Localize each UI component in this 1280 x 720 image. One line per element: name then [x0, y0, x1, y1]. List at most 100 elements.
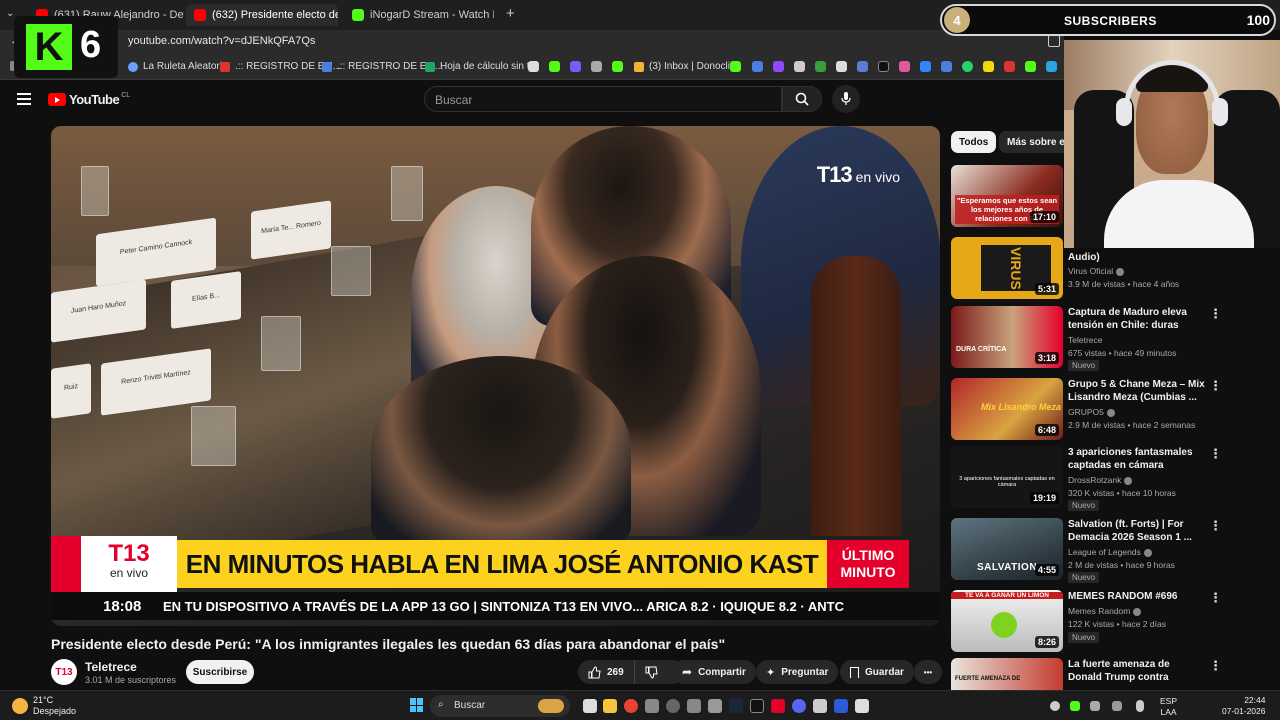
video-thumbnail[interactable]: DURA CRÍTICA 3:18	[951, 306, 1063, 368]
recommendation-item[interactable]: SALVATION 4:55 Salvation (ft. Forts) | F…	[951, 518, 1251, 583]
bookmark-icon-1[interactable]	[528, 61, 539, 72]
bookmark-icon-6[interactable]	[752, 61, 763, 72]
bookmark-kick-icon[interactable]	[612, 61, 623, 72]
bookmark-telegram-icon[interactable]	[1046, 61, 1057, 72]
search-input[interactable]: Buscar	[424, 86, 782, 112]
video-thumbnail[interactable]: "Esperamos que estos sean los mejores añ…	[951, 165, 1063, 227]
taskbar-app-icon[interactable]	[855, 699, 869, 713]
bookmark-ruleta[interactable]: La Ruleta Aleatoria	[128, 61, 228, 72]
system-clock[interactable]: 22:44 07-01-2026	[1222, 695, 1265, 717]
recommendation-channel[interactable]: League of Legends	[1068, 547, 1152, 557]
task-view-icon[interactable]	[583, 699, 597, 713]
recommendation-item[interactable]: 3 apariciones fantasmales captadas en cá…	[951, 446, 1251, 511]
taskbar-app-icon[interactable]	[813, 699, 827, 713]
bookmark-messenger-icon[interactable]	[920, 61, 931, 72]
recommendation-title[interactable]: MEMES RANDOM #696	[1068, 590, 1206, 603]
taskbar-app-icon[interactable]	[771, 699, 785, 713]
tray-app-icon[interactable]	[1112, 701, 1122, 711]
bookmark-icon-8[interactable]	[815, 61, 826, 72]
video-player[interactable]: Peter Camino Cannock Juan Haro Muñoz Rui…	[51, 126, 940, 626]
bookmark-icon-13[interactable]	[941, 61, 952, 72]
language-indicator[interactable]: ESP LAA	[1160, 696, 1177, 718]
taskbar-app-icon[interactable]	[645, 699, 659, 713]
steam-icon[interactable]	[729, 699, 743, 713]
bookmark-twitch-icon[interactable]	[773, 61, 784, 72]
recommendation-channel[interactable]: Memes Random	[1068, 606, 1142, 616]
tray-app-icon[interactable]	[1090, 701, 1100, 711]
bookmark-whatsapp-icon[interactable]	[962, 61, 973, 72]
chip-all[interactable]: Todos	[951, 131, 997, 153]
discord-icon[interactable]	[792, 699, 806, 713]
bookmark-icon-15[interactable]	[1004, 61, 1015, 72]
video-thumbnail[interactable]: Mix Lisandro Meza 6:48	[951, 378, 1063, 440]
recommendation-item[interactable]: FUERTE AMENAZA DE La fuerte amenaza de D…	[951, 658, 1251, 690]
channel-avatar[interactable]: T13	[51, 659, 77, 685]
voice-search-button[interactable]	[832, 85, 860, 113]
chrome-icon[interactable]	[624, 699, 638, 713]
new-tab-button[interactable]: +	[506, 5, 515, 22]
recommendation-title[interactable]: 3 apariciones fantasmales captadas en cá…	[1068, 446, 1206, 472]
more-options-icon[interactable]: ⋮	[1209, 446, 1222, 462]
tab-list-chevron-icon[interactable]: ⌄	[6, 8, 14, 19]
bookmark-icon-9[interactable]	[836, 61, 847, 72]
more-options-icon[interactable]: ⋮	[1209, 306, 1222, 322]
more-actions-button[interactable]: •••	[914, 660, 942, 684]
recommendation-title[interactable]: Salvation (ft. Forts) | For Demacia 2026…	[1068, 518, 1206, 544]
recommendation-channel[interactable]: DrossRotzank	[1068, 475, 1133, 485]
browser-tab-3[interactable]: iNogarD Stream - Watch Live o ✕	[344, 4, 494, 26]
recommendation-item[interactable]: Mix Lisandro Meza 6:48 Grupo 5 & Chane M…	[951, 378, 1251, 442]
like-button[interactable]: 269	[578, 660, 635, 684]
tray-app-icon[interactable]	[1050, 701, 1060, 711]
ask-button[interactable]: ✦ Preguntar	[756, 660, 839, 684]
share-button[interactable]: ➦ Compartir	[672, 660, 756, 684]
bookmark-icon-7[interactable]	[794, 61, 805, 72]
weather-moon-icon[interactable]	[12, 698, 28, 714]
bookmark-icon-2[interactable]	[549, 61, 560, 72]
bookmark-icon-4[interactable]	[591, 61, 602, 72]
recommendation-channel[interactable]: GRUPO5	[1068, 407, 1115, 417]
bookmark-icon-10[interactable]	[857, 61, 868, 72]
subscribe-button[interactable]: Suscribirse	[186, 660, 254, 684]
bookmark-icon-14[interactable]	[983, 61, 994, 72]
bookmark-icon-5[interactable]	[730, 61, 741, 72]
bookmark-icon-16[interactable]	[1025, 61, 1036, 72]
file-explorer-icon[interactable]	[603, 699, 617, 713]
youtube-logo[interactable]: YouTube CL	[48, 92, 130, 107]
recommendation-channel[interactable]: Teletrece	[1068, 335, 1103, 345]
weather-widget[interactable]: 21°C Despejado	[33, 695, 76, 717]
recommendation-channel[interactable]: Virus Oficial	[1068, 266, 1125, 276]
recommendation-item[interactable]: DURA CRÍTICA 3:18 Captura de Maduro elev…	[951, 306, 1251, 371]
tray-app-icon[interactable]	[1070, 701, 1080, 711]
dislike-button[interactable]	[635, 660, 668, 684]
recommendation-title[interactable]: La fuerte amenaza de Donald Trump contra…	[1068, 658, 1206, 685]
taskbar-app-icon[interactable]	[834, 699, 848, 713]
windows-start-icon[interactable]	[410, 698, 424, 712]
more-options-icon[interactable]: ⋮	[1209, 590, 1222, 606]
menu-hamburger-icon[interactable]	[17, 93, 31, 105]
video-thumbnail[interactable]: SALVATION 4:55	[951, 518, 1063, 580]
video-thumbnail[interactable]: VIRUS 5:31	[951, 237, 1063, 299]
recommendation-title[interactable]: Captura de Maduro eleva tensión en Chile…	[1068, 306, 1206, 333]
taskbar-search[interactable]: ⌕ Buscar	[430, 695, 570, 717]
more-options-icon[interactable]: ⋮	[1209, 518, 1222, 534]
recommendation-title[interactable]: Grupo 5 & Chane Meza – Mix Lisandro Meza…	[1068, 378, 1206, 404]
bookmark-icon-3[interactable]	[570, 61, 581, 72]
taskbar-app-icon[interactable]	[708, 699, 722, 713]
video-thumbnail[interactable]: FUERTE AMENAZA DE	[951, 658, 1063, 690]
video-thumbnail[interactable]: TE VA A GANAR UN LIMÓN 8:26	[951, 590, 1063, 652]
taskbar-app-icon[interactable]	[666, 699, 680, 713]
bookmark-donoclip[interactable]: (3) Inbox | Donoclip	[634, 61, 736, 72]
microphone-icon[interactable]	[1136, 700, 1144, 712]
more-options-icon[interactable]: ⋮	[1209, 658, 1222, 674]
recommendation-item[interactable]: TE VA A GANAR UN LIMÓN 8:26 MEMES RANDOM…	[951, 590, 1251, 654]
recommendation-title[interactable]: Audio)	[1068, 251, 1206, 264]
more-options-icon[interactable]: ⋮	[1209, 378, 1222, 394]
url-field[interactable]: youtube.com/watch?v=dJENkQFA7Qs	[128, 35, 315, 47]
channel-name[interactable]: Teletrece	[85, 660, 137, 674]
install-app-icon[interactable]	[1048, 35, 1060, 47]
bookmark-icon-11[interactable]	[878, 61, 889, 72]
search-button[interactable]	[782, 86, 822, 112]
bookmark-hoja-calculo[interactable]: Hoja de cálculo sin t...	[425, 61, 538, 72]
taskbar-app-icon[interactable]	[687, 699, 701, 713]
save-button[interactable]: Guardar	[840, 660, 914, 684]
